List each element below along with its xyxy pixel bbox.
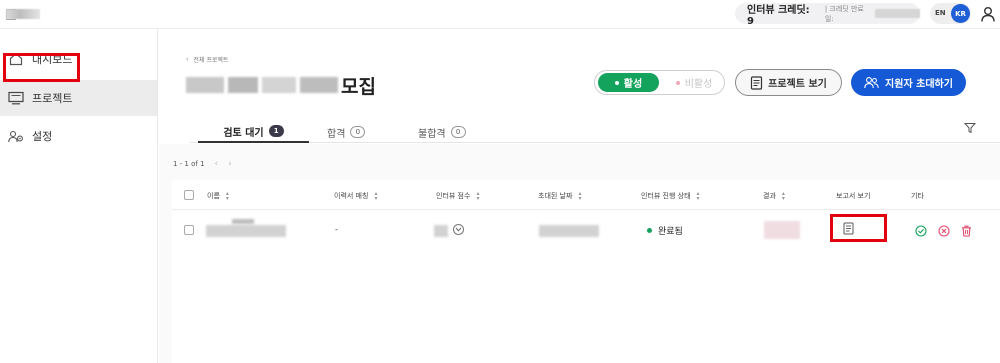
view-report-highlight[interactable] xyxy=(830,214,887,242)
column-header-resume-match[interactable]: 이력서 매칭 ▴ ▾ xyxy=(334,190,378,202)
column-label: 이름 xyxy=(207,192,220,200)
candidates-table: 이름 ▴ ▾ 이력서 매칭 ▴ ▾ 인터뷰 점수 ▴ ▾ 초대된 날짜 ▴ ▾ 인터뷰 진행 상… xyxy=(172,180,1000,363)
top-bar: 인터뷰 크레딧: 9 | 크레딧 만료일: EN KR xyxy=(0,0,1000,29)
page-title: 모집 xyxy=(186,72,376,98)
column-header-etc: 기타 xyxy=(911,191,924,201)
sort-icon: ▴ ▾ xyxy=(476,190,480,202)
lang-kr-option[interactable]: KR xyxy=(951,4,970,23)
invited-date-redacted xyxy=(539,225,599,237)
user-icon[interactable] xyxy=(981,6,995,22)
pagination-range: 1 - 1 of 1 xyxy=(173,160,205,168)
status-active-label: 활성 xyxy=(623,79,643,90)
column-header-view-report: 보고서 보기 xyxy=(836,191,870,201)
sort-icon: ▴ ▾ xyxy=(578,190,582,202)
credit-expiry-label: | 크레딧 만료일: xyxy=(824,4,864,23)
column-header-name[interactable]: 이름 ▴ ▾ xyxy=(207,190,229,202)
interview-status-badge: 완료됨 xyxy=(647,224,683,237)
column-label: 보고서 보기 xyxy=(836,192,871,200)
credit-indicator: 인터뷰 크레딧: 9 | 크레딧 만료일: xyxy=(735,3,920,27)
tab-label: 불합격 xyxy=(418,128,446,140)
column-label: 인터뷰 진행 상태 xyxy=(641,192,691,200)
lang-en-option[interactable]: EN xyxy=(935,9,946,17)
view-project-button[interactable]: 프로젝트 보기 xyxy=(735,69,842,96)
language-toggle[interactable]: EN KR xyxy=(930,3,971,24)
users-icon xyxy=(864,77,879,89)
title-redacted xyxy=(186,74,338,96)
column-header-result[interactable]: 결과 ▴ ▾ xyxy=(763,190,785,202)
status-active-option[interactable]: 활성 xyxy=(598,73,659,92)
status-inactive-option[interactable]: 비활성 xyxy=(665,73,723,92)
column-header-interview-status[interactable]: 인터뷰 진행 상태 ▴ ▾ xyxy=(641,190,700,202)
column-header-interview-score[interactable]: 인터뷰 점수 ▴ ▾ xyxy=(436,190,480,202)
resume-match-value: - xyxy=(335,225,338,234)
invite-applicants-label: 지원자 초대하기 xyxy=(885,79,953,90)
table-header: 이름 ▴ ▾ 이력서 매칭 ▴ ▾ 인터뷰 점수 ▴ ▾ 초대된 날짜 ▴ ▾ 인터뷰 진행 상… xyxy=(172,180,1000,210)
result-redacted xyxy=(764,221,800,239)
invite-applicants-button[interactable]: 지원자 초대하기 xyxy=(851,69,966,96)
sort-icon: ▴ ▾ xyxy=(781,190,785,202)
sort-icon: ▴ ▾ xyxy=(696,190,700,202)
row-actions xyxy=(915,225,972,237)
table-row[interactable]: - 완료됨 xyxy=(172,211,1000,251)
tab-count-badge: 0 xyxy=(350,126,366,138)
select-all-checkbox[interactable] xyxy=(184,190,194,200)
monitor-icon xyxy=(8,90,24,106)
chevron-right-icon[interactable]: › xyxy=(228,159,232,169)
sidebar-item-settings[interactable]: 설정 xyxy=(0,118,157,154)
candidate-name-redacted-top xyxy=(232,219,254,224)
chevron-left-icon[interactable]: ‹ xyxy=(215,159,219,169)
interview-score-redacted xyxy=(434,225,448,237)
tab-count-badge: 0 xyxy=(450,126,466,138)
users-gear-icon xyxy=(8,128,24,144)
column-label: 기타 xyxy=(911,192,924,200)
status-toggle[interactable]: 활성 비활성 xyxy=(594,70,725,95)
column-label: 인터뷰 점수 xyxy=(436,192,471,200)
page-title-suffix: 모집 xyxy=(341,75,376,98)
tab-failed[interactable]: 불합격 0 xyxy=(418,121,466,143)
sort-icon: ▴ ▾ xyxy=(374,190,378,202)
status-inactive-label: 비활성 xyxy=(684,79,713,90)
report-icon[interactable] xyxy=(843,222,854,235)
sidebar-item-projects[interactable]: 프로젝트 xyxy=(0,80,157,116)
breadcrumb-all-projects[interactable]: 전체 프로젝트 xyxy=(193,55,228,64)
inactive-dot-icon xyxy=(675,80,680,85)
credit-expiry-redacted xyxy=(874,9,920,18)
check-circle-icon[interactable] xyxy=(915,225,927,237)
column-label: 결과 xyxy=(763,192,776,200)
sort-icon: ▴ ▾ xyxy=(225,190,229,202)
candidate-tabs: 검토 대기 1 합격 0 불합격 0 xyxy=(190,117,1000,143)
logo-text-redacted xyxy=(6,9,40,19)
reject-circle-icon[interactable] xyxy=(938,225,950,237)
highlight-projects-box xyxy=(3,53,80,82)
active-dot-icon xyxy=(614,80,619,85)
credit-count: 인터뷰 크레딧: 9 xyxy=(747,4,810,27)
filter-icon[interactable] xyxy=(964,122,976,134)
column-label: 이력서 매칭 xyxy=(334,192,369,200)
candidate-name-redacted xyxy=(206,225,286,237)
tab-label: 검토 대기 xyxy=(223,127,264,139)
document-icon xyxy=(751,75,763,90)
tab-pending-review[interactable]: 검토 대기 1 xyxy=(198,121,309,143)
interview-status-label: 완료됨 xyxy=(658,227,683,237)
column-header-invited-date[interactable]: 초대된 날짜 ▴ ▾ xyxy=(538,190,582,202)
tab-passed[interactable]: 합격 0 xyxy=(327,121,366,143)
pagination: 1 - 1 of 1 ‹ › xyxy=(173,159,232,169)
tab-count-badge: 1 xyxy=(268,125,284,137)
chevron-left-icon: ‹ xyxy=(186,56,189,63)
sidebar-item-label: 프로젝트 xyxy=(32,92,73,105)
tab-label: 합격 xyxy=(327,128,346,140)
breadcrumb[interactable]: ‹ 전체 프로젝트 xyxy=(186,55,228,64)
app-logo[interactable] xyxy=(6,7,56,21)
sidebar-item-label: 설정 xyxy=(32,130,53,143)
status-dot-icon xyxy=(647,228,652,233)
chevron-down-icon[interactable] xyxy=(453,224,464,235)
column-label: 초대된 날짜 xyxy=(538,192,573,200)
trash-icon[interactable] xyxy=(961,225,972,237)
row-checkbox[interactable] xyxy=(184,225,194,235)
view-project-label: 프로젝트 보기 xyxy=(768,79,827,90)
